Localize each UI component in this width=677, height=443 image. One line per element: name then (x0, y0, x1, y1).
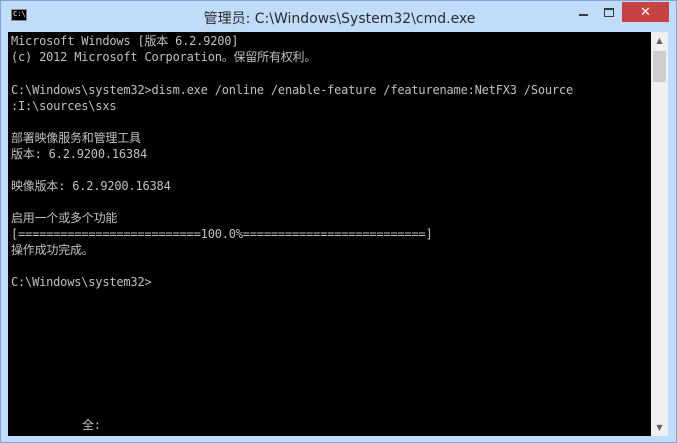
minimize-button[interactable] (570, 2, 596, 22)
console-line: 操作成功完成。 (11, 243, 94, 257)
console-line: Microsoft Windows [版本 6.2.9200] (11, 34, 239, 48)
maximize-icon (604, 7, 614, 17)
console-line: :I:\sources\sxs (11, 99, 117, 113)
console-line: 版本: 6.2.9200.16384 (11, 147, 147, 161)
maximize-button[interactable] (596, 2, 622, 22)
console-output[interactable]: Microsoft Windows [版本 6.2.9200] (c) 2012… (8, 32, 651, 436)
scroll-down-arrow-icon[interactable]: ▼ (651, 419, 668, 436)
scrollbar-thumb[interactable] (653, 51, 666, 82)
cmd-window: C:\ 管理员: C:\Windows\System32\cmd.exe ✕ M… (0, 0, 677, 443)
progress-line: [==========================100.0%=======… (11, 227, 433, 241)
close-icon: ✕ (640, 4, 651, 20)
console-line: 部署映像服务和管理工具 (11, 131, 141, 145)
scroll-up-arrow-icon[interactable]: ▲ (651, 32, 668, 49)
ime-status: 全: (82, 418, 101, 432)
console-line: (c) 2012 Microsoft Corporation。保留所有权利。 (11, 50, 317, 64)
close-button[interactable]: ✕ (622, 2, 669, 22)
console-line: 映像版本: 6.2.9200.16384 (11, 179, 171, 193)
vertical-scrollbar[interactable]: ▲ ▼ (651, 32, 668, 436)
command-prompt: C:\Windows\system32> (11, 275, 152, 289)
console-line: 启用一个或多个功能 (11, 211, 118, 225)
console-line: C:\Windows\system32>dism.exe /online /en… (11, 83, 573, 97)
title-bar[interactable]: C:\ 管理员: C:\Windows\System32\cmd.exe ✕ (1, 1, 676, 32)
minimize-icon (578, 14, 588, 16)
